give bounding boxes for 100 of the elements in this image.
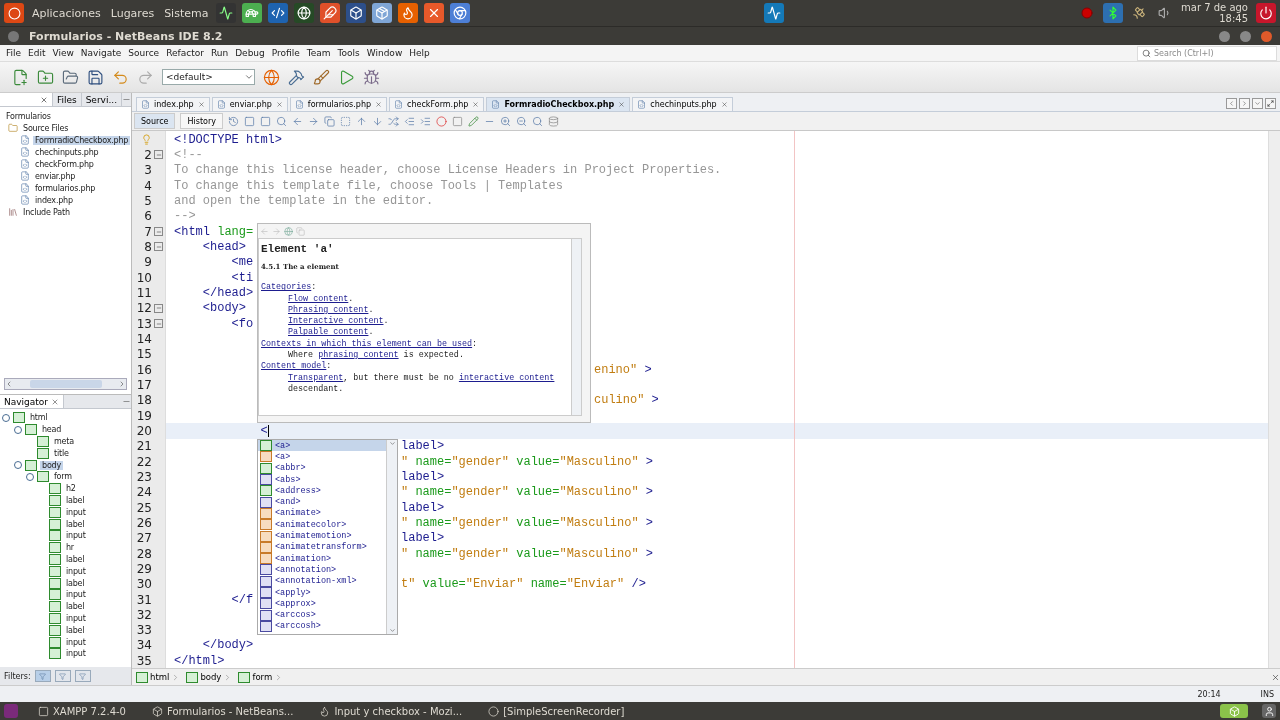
tree-item[interactable]: Source Files bbox=[21, 123, 71, 133]
breadcrumb[interactable]: form bbox=[238, 671, 284, 683]
tree-item[interactable]: input bbox=[64, 566, 88, 576]
lightbulb-icon[interactable] bbox=[141, 134, 152, 146]
filter-icon[interactable] bbox=[59, 672, 67, 680]
tree-item[interactable]: input bbox=[64, 649, 88, 659]
completion-item[interactable]: <animatecolor> bbox=[258, 519, 386, 531]
completion-item[interactable]: <and> bbox=[258, 496, 386, 508]
close-icon[interactable] bbox=[275, 101, 283, 108]
feather-icon[interactable] bbox=[320, 3, 341, 23]
scrollbar[interactable] bbox=[1268, 131, 1280, 668]
editor-tab[interactable]: formularios.php bbox=[289, 97, 388, 111]
tree-item[interactable]: chechinputs.php bbox=[33, 147, 101, 157]
doc-link[interactable]: Phrasing content bbox=[288, 304, 369, 315]
tree-item[interactable]: FormradioCheckbox.php bbox=[33, 135, 131, 145]
menu-item[interactable]: Source bbox=[125, 48, 163, 58]
taskbar-item[interactable]: Input y checkbox - Mozi... bbox=[313, 704, 469, 718]
activity-icon[interactable] bbox=[216, 3, 237, 23]
arrow-down-icon[interactable] bbox=[371, 115, 383, 127]
arrow-up-icon[interactable] bbox=[355, 115, 367, 127]
taskbar-item[interactable]: XAMPP 7.2.4-0 bbox=[32, 704, 132, 718]
search-field[interactable]: Search (Ctrl+I) bbox=[1137, 45, 1277, 61]
close-icon[interactable] bbox=[720, 101, 728, 108]
tree-item[interactable]: label bbox=[64, 519, 87, 529]
tree-item[interactable]: checkForm.php bbox=[33, 159, 96, 169]
square-icon[interactable] bbox=[259, 115, 271, 127]
menu-item[interactable]: Debug bbox=[232, 48, 268, 58]
tree-item[interactable]: input bbox=[64, 613, 88, 623]
view-tab[interactable]: Source bbox=[134, 113, 176, 129]
tree-item[interactable]: input bbox=[64, 590, 88, 600]
bluetooth-icon[interactable] bbox=[1103, 3, 1123, 23]
filter-button[interactable] bbox=[34, 670, 51, 682]
filter-button[interactable] bbox=[74, 670, 91, 682]
bug-icon[interactable] bbox=[363, 68, 380, 86]
tree-item[interactable]: Include Path bbox=[21, 207, 72, 217]
search-icon[interactable] bbox=[531, 115, 543, 127]
tree-item[interactable]: html bbox=[28, 413, 50, 423]
completion-item[interactable]: <arccos> bbox=[258, 609, 386, 621]
tree-item[interactable]: input bbox=[64, 507, 88, 517]
menu-item[interactable]: Run bbox=[207, 48, 232, 58]
menu-item[interactable]: Team bbox=[303, 48, 334, 58]
editor-tab[interactable]: chechinputs.php bbox=[632, 97, 733, 111]
scroll-up-icon[interactable] bbox=[388, 440, 396, 447]
scrollbar[interactable] bbox=[571, 239, 581, 415]
tree-item[interactable]: title bbox=[52, 448, 71, 458]
expand-toggle[interactable] bbox=[2, 413, 10, 422]
turtle-icon[interactable] bbox=[242, 3, 263, 23]
pencil-icon[interactable] bbox=[467, 115, 479, 127]
breadcrumb[interactable]: html bbox=[136, 671, 181, 683]
globe-icon[interactable] bbox=[294, 3, 315, 23]
back-icon[interactable] bbox=[260, 226, 269, 236]
breadcrumb[interactable]: body bbox=[186, 671, 233, 683]
circle-logo-icon[interactable] bbox=[4, 3, 24, 23]
tree-item[interactable]: formularios.php bbox=[33, 183, 98, 193]
tree-item[interactable]: label bbox=[64, 554, 87, 564]
doc-link[interactable]: phrasing content bbox=[318, 350, 399, 361]
panel-menu[interactable]: Aplicaciones bbox=[30, 6, 103, 20]
tree-item[interactable]: label bbox=[64, 578, 87, 588]
completion-item[interactable]: <abbr> bbox=[258, 462, 386, 474]
completion-item[interactable]: <abs> bbox=[258, 473, 386, 486]
panel-tab[interactable]: Navigator bbox=[0, 395, 65, 408]
completion-item[interactable]: <animatemotion> bbox=[258, 530, 386, 542]
flame-icon[interactable] bbox=[398, 3, 419, 23]
taskbar-item[interactable]: Formularios - NetBeans... bbox=[146, 704, 300, 718]
editor-tab[interactable]: FormradioCheckbox.php bbox=[486, 97, 631, 111]
save-icon[interactable] bbox=[87, 68, 104, 86]
arrow-right-icon[interactable] bbox=[307, 115, 319, 127]
filter-icon[interactable] bbox=[79, 672, 87, 680]
square-icon[interactable] bbox=[243, 115, 255, 127]
fold-icon[interactable] bbox=[154, 227, 163, 237]
editor-tab[interactable]: enviar.php bbox=[211, 97, 288, 111]
fold-icon[interactable] bbox=[154, 242, 163, 252]
tree-item[interactable]: meta bbox=[52, 437, 76, 446]
close-icon[interactable] bbox=[618, 101, 626, 108]
maximize-button[interactable] bbox=[1265, 98, 1276, 109]
editor-tab[interactable]: checkForm.php bbox=[389, 97, 485, 111]
completion-item[interactable]: <a> bbox=[258, 451, 386, 463]
record-icon[interactable] bbox=[435, 115, 447, 127]
completion-item[interactable]: <animation> bbox=[258, 552, 386, 565]
tree-item[interactable]: label bbox=[64, 602, 87, 612]
menu-item[interactable]: File bbox=[3, 48, 25, 58]
editor-tab[interactable]: index.php bbox=[136, 97, 210, 111]
menu-item[interactable]: Refactor bbox=[163, 48, 207, 58]
tree-item[interactable]: head bbox=[40, 425, 64, 435]
open-folder-icon[interactable] bbox=[62, 68, 79, 86]
brush-icon[interactable] bbox=[313, 68, 330, 86]
completion-item[interactable]: <animate> bbox=[258, 507, 386, 520]
forward-icon[interactable] bbox=[272, 226, 281, 236]
close-icon[interactable] bbox=[1271, 672, 1280, 682]
browser-icon[interactable] bbox=[284, 226, 293, 236]
close-icon[interactable] bbox=[39, 95, 48, 104]
scrollbar[interactable] bbox=[4, 378, 127, 390]
panel-menu[interactable]: Lugares bbox=[108, 6, 157, 20]
tree-item[interactable]: input bbox=[64, 531, 88, 541]
tree-item[interactable]: input bbox=[64, 637, 88, 647]
stop-icon[interactable] bbox=[451, 115, 463, 127]
completion-item[interactable]: <annotation> bbox=[258, 564, 386, 576]
completion-item[interactable]: <a> bbox=[258, 440, 386, 452]
tree-item[interactable]: enviar.php bbox=[33, 171, 78, 181]
menu-item[interactable]: View bbox=[49, 48, 77, 58]
